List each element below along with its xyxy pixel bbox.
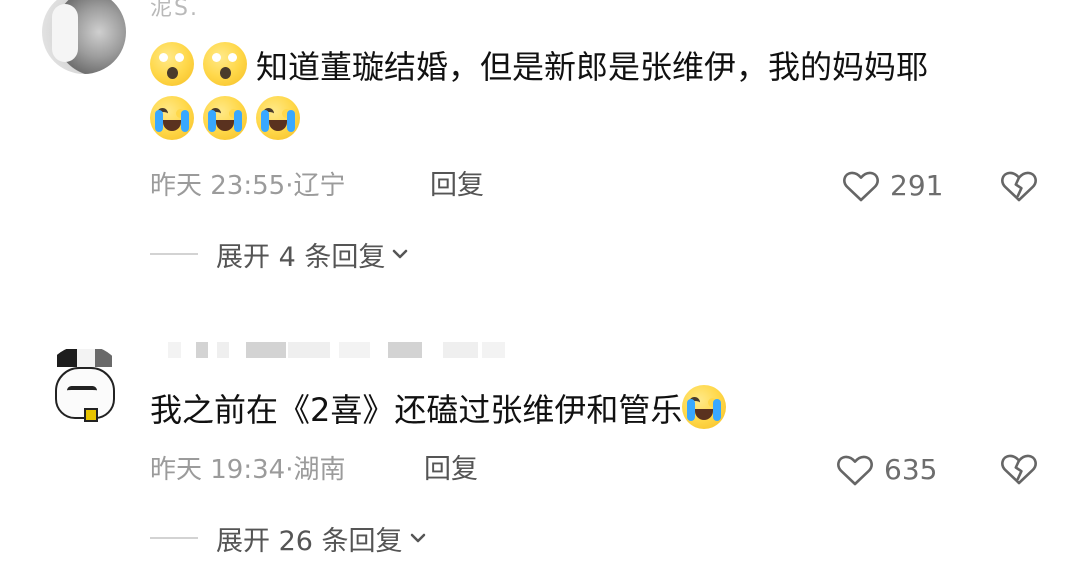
comment-meta: 昨天 23:55·辽宁 [150, 169, 345, 203]
username-redaction [443, 342, 478, 358]
comment-body: 知道董璇结婚，但是新郎是张维伊，我的妈妈耶 [256, 48, 929, 86]
comment-time: 昨天 19:34 [150, 455, 286, 485]
shocked-face-icon [150, 42, 194, 86]
avatar[interactable] [42, 0, 126, 74]
heart-outline-icon [843, 171, 879, 202]
expand-replies-label: 展开 26 条回复 [216, 525, 403, 557]
comment-time: 昨天 23:55 [150, 171, 286, 201]
like-button[interactable]: 291 [842, 166, 943, 206]
comment-location: 湖南 [293, 455, 346, 485]
expand-divider [150, 537, 198, 539]
chevron-down-icon [393, 249, 408, 259]
like-count: 635 [884, 453, 938, 486]
username-redaction [288, 342, 330, 358]
expand-replies-button[interactable]: 展开 26 条回复 [150, 521, 427, 557]
comment-text: 我之前在《2喜》还磕过张维伊和管乐 [150, 383, 735, 437]
username-redaction [388, 342, 422, 358]
comment-location: 辽宁 [293, 171, 346, 201]
expand-replies-button[interactable]: 展开 4 条回复 [150, 237, 409, 273]
comment-meta: 昨天 19:34·湖南 [150, 453, 345, 487]
username-redaction [482, 342, 505, 358]
username-fragment[interactable]: 泥S. [150, 0, 220, 24]
username-redaction [196, 342, 208, 358]
avatar[interactable] [42, 345, 126, 429]
shocked-face-icon [203, 42, 247, 86]
heart-outline-icon [837, 455, 873, 486]
like-count: 291 [890, 169, 944, 202]
crying-face-icon [682, 385, 727, 429]
reply-button[interactable]: 回复 [424, 453, 478, 487]
crying-face-icon [150, 96, 194, 140]
expand-divider [150, 253, 198, 255]
username-redaction [217, 342, 229, 358]
chevron-down-icon [410, 533, 425, 543]
comment-text: 知道董璇结婚，但是新郎是张维伊，我的妈妈耶 [150, 40, 928, 148]
like-button[interactable]: 635 [836, 450, 937, 490]
username-redaction [168, 342, 181, 358]
comment-body: 我之前在《2喜》还磕过张维伊和管乐 [150, 391, 683, 429]
username-redaction [246, 342, 286, 358]
broken-heart-icon[interactable] [1000, 169, 1038, 203]
crying-face-icon [256, 96, 300, 140]
expand-replies-label: 展开 4 条回复 [216, 241, 386, 273]
reply-button[interactable]: 回复 [430, 169, 484, 203]
username-redaction [339, 342, 370, 358]
broken-heart-icon[interactable] [1000, 452, 1038, 486]
crying-face-icon [203, 96, 247, 140]
